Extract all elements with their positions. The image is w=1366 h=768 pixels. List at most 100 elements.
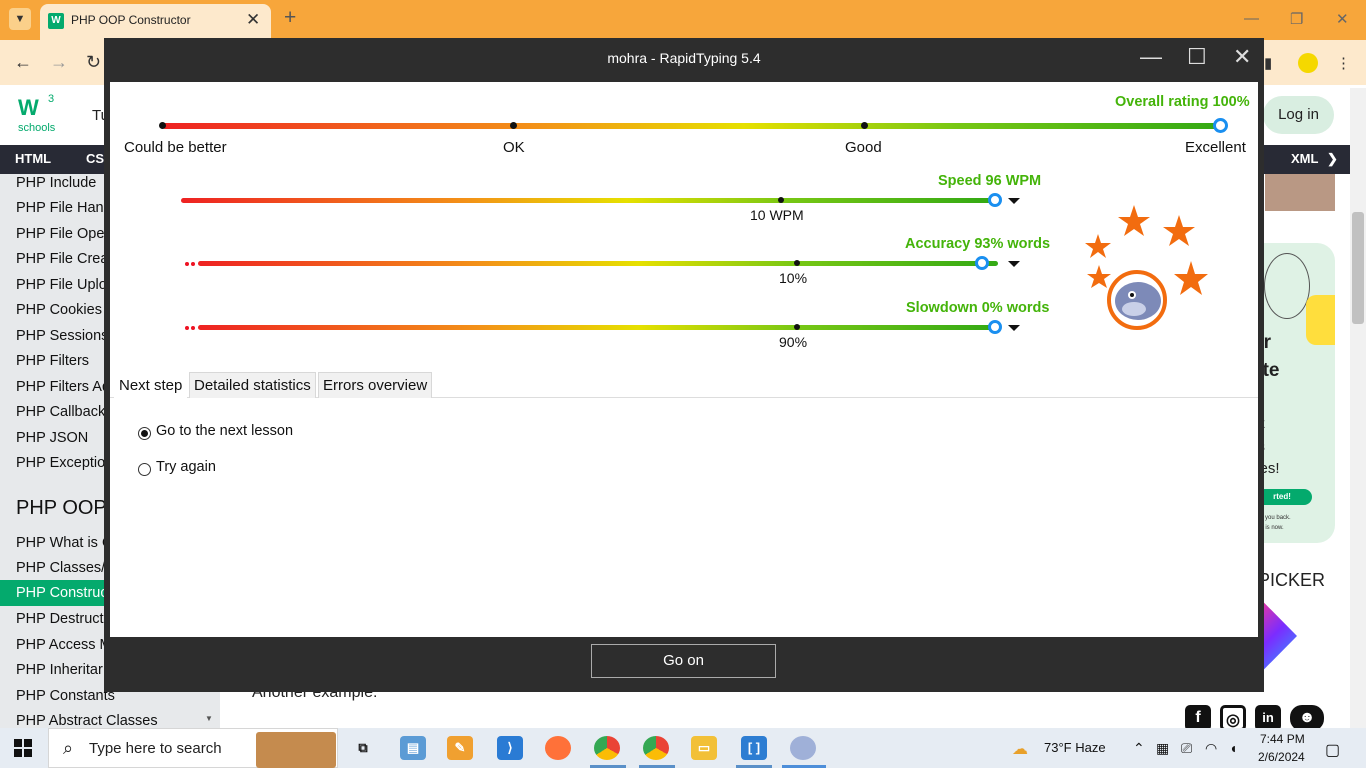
browser-tab[interactable]: W PHP OOP Constructor ✕: [40, 4, 271, 40]
red-dot: [191, 262, 195, 266]
extension-icon[interactable]: [1298, 53, 1318, 73]
accuracy-dropdown-icon[interactable]: [1008, 261, 1020, 267]
radio-try-again[interactable]: [138, 463, 151, 476]
w3schools-logo[interactable]: W 3 schools: [18, 93, 58, 135]
search-highlight-image: [256, 732, 336, 768]
browser-minimize-icon[interactable]: —: [1244, 10, 1259, 27]
search-placeholder: Type here to search: [89, 740, 222, 757]
close-icon[interactable]: ✕: [1233, 44, 1251, 70]
results-panel: Overall rating 100% Could be better OK G…: [110, 82, 1258, 637]
sidebar-heading: PHP OOP: [16, 497, 107, 519]
tray-expand-icon[interactable]: ⌃: [1133, 740, 1145, 757]
accuracy-handle: [975, 256, 989, 270]
weather-text[interactable]: 73°F Haze: [1044, 740, 1106, 755]
login-button[interactable]: Log in: [1263, 96, 1334, 134]
red-dot: [185, 262, 189, 266]
topnav-xml[interactable]: XML: [1291, 151, 1318, 166]
star-icon: [1118, 205, 1150, 236]
speed-marker-dot: [778, 197, 784, 203]
logo-sup: 3: [48, 93, 55, 105]
task-view-icon[interactable]: ⧉: [350, 736, 376, 760]
page-scrollbar[interactable]: [1350, 88, 1366, 728]
tick-dot: [861, 122, 868, 129]
star-icon: [1085, 234, 1111, 258]
firefox-icon[interactable]: [545, 736, 571, 760]
minimize-icon[interactable]: —: [1140, 44, 1162, 70]
tray-device-icon[interactable]: ⎚: [1181, 740, 1192, 757]
bracket-app-icon[interactable]: [ ]: [741, 736, 767, 760]
back-icon[interactable]: ←: [14, 52, 32, 73]
rating-stars-graphic: [1085, 205, 1208, 330]
slowdown-handle: [988, 320, 1002, 334]
page-scrollbar-thumb[interactable]: [1352, 212, 1364, 324]
tray-app-icon[interactable]: ▦: [1156, 740, 1169, 757]
chrome-icon[interactable]: [594, 736, 620, 760]
color-picker-heading: PICKER: [1258, 570, 1326, 590]
logo-w: W: [18, 95, 39, 120]
sidebar-scroll-down-icon[interactable]: ▼: [205, 714, 213, 723]
tick-label: Good: [845, 139, 882, 156]
slowdown-dropdown-icon[interactable]: [1008, 325, 1020, 331]
tick-label: Could be better: [124, 139, 227, 156]
new-tab-button[interactable]: +: [284, 6, 296, 30]
speed-bar: [181, 198, 991, 203]
accuracy-bar: [198, 261, 998, 266]
speed-dropdown-icon[interactable]: [1008, 198, 1020, 204]
overall-rating-label: Overall rating 100%: [1115, 94, 1250, 110]
file-explorer-icon[interactable]: ▭: [691, 736, 717, 760]
volume-icon[interactable]: ◖: [1229, 740, 1237, 756]
slowdown-marker-dot: [794, 324, 800, 330]
accuracy-label: Accuracy 93% words: [905, 236, 1051, 252]
overall-rating-bar: [162, 123, 1220, 129]
red-dot: [191, 326, 195, 330]
notifications-icon[interactable]: ▢: [1325, 740, 1340, 760]
go-on-button[interactable]: Go on: [591, 644, 776, 678]
tab-errors-overview[interactable]: Errors overview: [318, 372, 433, 398]
weather-icon[interactable]: ☁: [1012, 739, 1028, 759]
sidebar-panel-icon[interactable]: ▮: [1264, 54, 1272, 72]
rapidtyping-window: mohra - RapidTyping 5.4 — ☐ ✕ Overall ra…: [104, 38, 1264, 692]
forward-icon[interactable]: →: [50, 52, 68, 73]
paint-icon[interactable]: ✎: [447, 736, 473, 760]
reload-icon[interactable]: ↻: [86, 52, 101, 73]
star-icon: [1087, 265, 1111, 288]
tick-dot: [159, 122, 166, 129]
red-dot: [185, 326, 189, 330]
overall-rating-handle: [1213, 118, 1228, 133]
window-title: mohra - RapidTyping 5.4: [607, 50, 761, 66]
option-label[interactable]: Go to the next lesson: [156, 423, 293, 439]
ad-badge: [1264, 253, 1310, 319]
ad-image[interactable]: [1265, 174, 1335, 211]
tab-next-step[interactable]: Next step: [114, 372, 188, 398]
clock-time[interactable]: 7:44 PM: [1260, 732, 1305, 746]
tab-detailed-statistics[interactable]: Detailed statistics: [189, 372, 316, 398]
browser-restore-icon[interactable]: ❐: [1290, 10, 1303, 28]
more-menu-icon[interactable]: ⋮: [1336, 54, 1351, 72]
tab-close-icon[interactable]: ✕: [246, 10, 260, 30]
option-label[interactable]: Try again: [156, 459, 216, 475]
topnav-next-icon[interactable]: ❯: [1327, 151, 1338, 167]
topnav-html[interactable]: HTML: [15, 151, 51, 166]
accuracy-marker-label: 10%: [779, 270, 808, 286]
speed-marker-label: 10 WPM: [750, 207, 804, 223]
windows-start-icon[interactable]: [14, 739, 32, 757]
file-manager-icon[interactable]: ▤: [400, 736, 426, 760]
rapidtyping-icon[interactable]: [790, 736, 816, 760]
ad-decoration: [1306, 295, 1335, 345]
star-icon: [1163, 215, 1195, 246]
tick-label: OK: [503, 139, 525, 156]
star-icon: [1174, 261, 1208, 295]
browser-close-icon[interactable]: ✕: [1336, 10, 1349, 28]
clock-date[interactable]: 2/6/2024: [1258, 750, 1305, 764]
search-icon: ⌕: [63, 738, 74, 758]
maximize-icon[interactable]: ☐: [1187, 44, 1207, 70]
tab-search-menu-button[interactable]: ▼: [9, 8, 31, 30]
mascot-icon: [1107, 270, 1167, 330]
wifi-icon[interactable]: ◠: [1205, 740, 1217, 757]
vscode-icon[interactable]: ⟩: [497, 736, 523, 760]
topnav-css[interactable]: CS: [86, 151, 104, 166]
radio-next-lesson[interactable]: [138, 427, 151, 440]
tab-title: PHP OOP Constructor: [71, 13, 191, 27]
speed-label: Speed 96 WPM: [938, 173, 1042, 189]
chrome-profile-icon[interactable]: [643, 736, 669, 760]
